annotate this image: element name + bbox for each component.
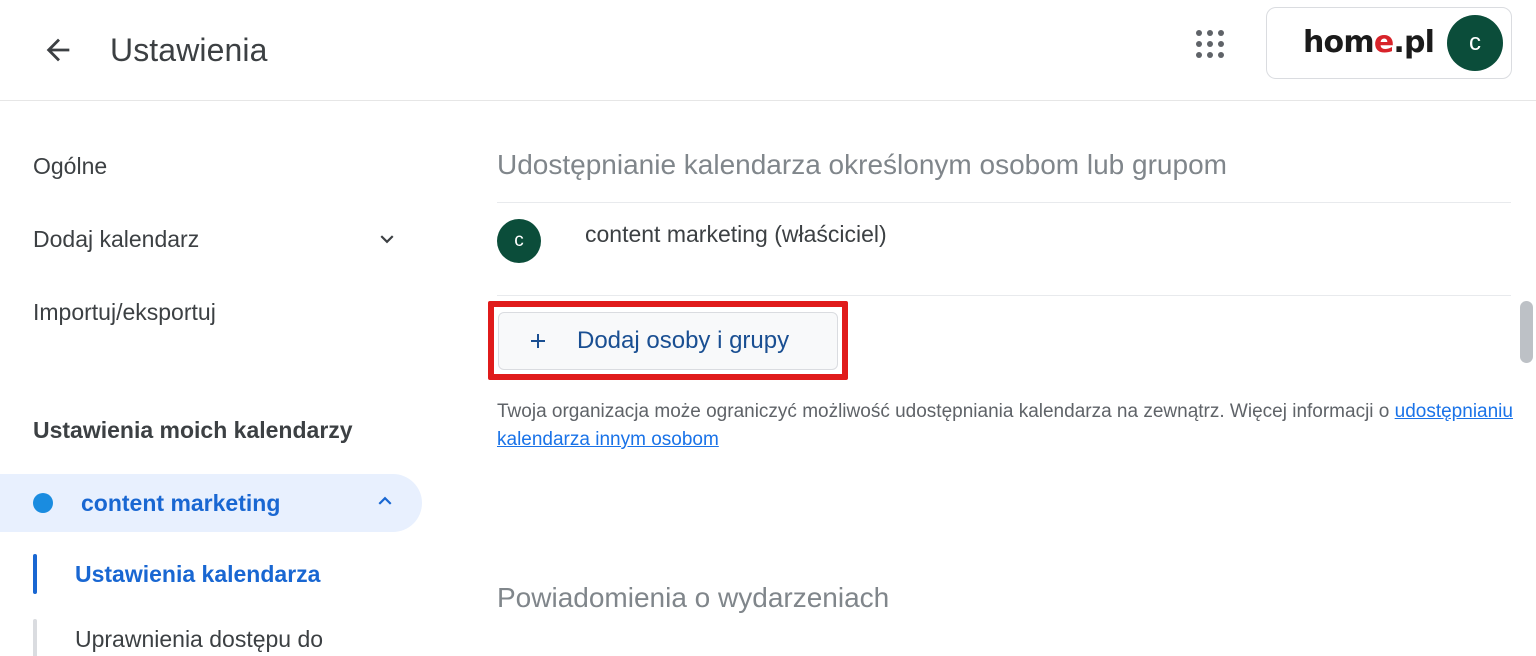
home-pl-logo: home.pl: [1303, 25, 1435, 60]
avatar[interactable]: c: [1447, 15, 1503, 71]
brand-accent: e: [1373, 25, 1394, 60]
brand-prefix: hom: [1303, 25, 1375, 60]
person-name: content marketing (właściciel): [585, 221, 887, 247]
avatar: c: [497, 219, 541, 263]
notifications-section-heading: Powiadomienia o wydarzeniach: [497, 582, 890, 613]
back-arrow-icon: [41, 33, 75, 67]
sharing-section-heading: Udostępnianie kalendarza określonym osob…: [497, 149, 1227, 180]
sharing-note: Twoja organizacja może ograniczyć możliw…: [497, 398, 1517, 454]
divider-top: [497, 202, 1511, 203]
page-title: Ustawienia: [110, 32, 268, 68]
vertical-scrollbar[interactable]: [1516, 101, 1536, 656]
sharing-note-text: Twoja organizacja może ograniczyć możliw…: [497, 401, 1395, 422]
sidebar-subitem-uprawnienia-dostepu[interactable]: Uprawnienia dostępu do: [33, 619, 323, 656]
calendar-name: content marketing: [81, 489, 281, 516]
settings-sidebar: Ogólne Dodaj kalendarz Importuj/eksportu…: [0, 101, 470, 656]
sidebar-item-dodaj-kalendarz[interactable]: Dodaj kalendarz: [0, 216, 422, 262]
sidebar-subitem-ustawienia-kalendarza[interactable]: Ustawienia kalendarza: [33, 554, 320, 594]
brand-suffix: .pl: [1393, 25, 1435, 60]
inactive-indicator-bar: [33, 619, 37, 656]
sidebar-subitem-label: Ustawienia kalendarza: [75, 560, 321, 587]
app-header: Ustawienia home.pl c: [0, 0, 1536, 101]
person-details: content marketing (właściciel): [585, 219, 887, 248]
chevron-down-icon: [374, 226, 400, 252]
divider-bottom: [497, 295, 1511, 296]
chevron-up-icon: [372, 488, 398, 519]
apps-grid-icon: [1196, 30, 1224, 58]
shared-person-row[interactable]: c content marketing (właściciel): [497, 219, 887, 263]
calendar-color-dot: [33, 493, 53, 513]
add-people-button-label: Dodaj osoby i grupy: [577, 327, 790, 354]
sidebar-item-label: Importuj/eksportuj: [33, 298, 216, 325]
sidebar-item-label: Ogólne: [33, 152, 108, 179]
apps-grid-button[interactable]: [1182, 16, 1238, 72]
settings-main-content: Udostępnianie kalendarza określonym osob…: [470, 101, 1536, 656]
sidebar-subitem-label: Uprawnienia dostępu do: [75, 625, 324, 652]
sidebar-item-label: Dodaj kalendarz: [33, 225, 200, 252]
sidebar-item-ogolne[interactable]: Ogólne: [0, 143, 422, 189]
vertical-scrollbar-thumb[interactable]: [1520, 301, 1533, 363]
active-indicator-bar: [33, 554, 37, 594]
settings-page: Ustawienia home.pl c Ogólne Dodaj kalend…: [0, 0, 1536, 656]
back-button[interactable]: [30, 22, 86, 78]
plus-icon: [526, 329, 550, 353]
account-switcher[interactable]: home.pl c: [1266, 7, 1512, 79]
sidebar-section-title: Ustawienia moich kalendarzy: [33, 417, 353, 443]
sidebar-item-content-marketing[interactable]: content marketing: [0, 474, 422, 532]
sidebar-item-importuj-eksportuj[interactable]: Importuj/eksportuj: [0, 289, 422, 335]
add-people-and-groups-button[interactable]: Dodaj osoby i grupy: [498, 312, 838, 370]
